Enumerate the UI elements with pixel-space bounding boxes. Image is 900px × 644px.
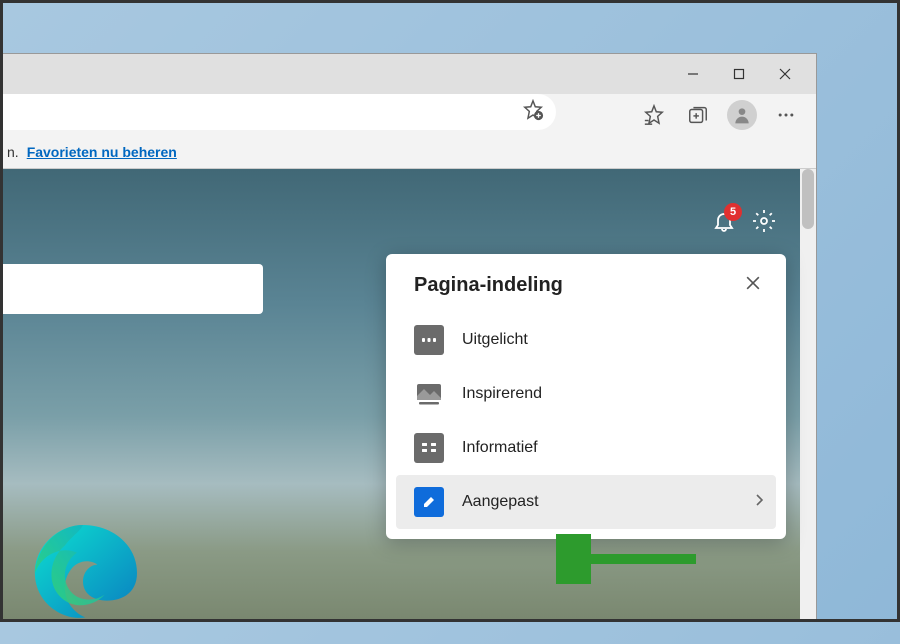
maximize-button[interactable]	[716, 58, 762, 90]
popup-close-button[interactable]	[742, 272, 764, 299]
menu-item-label: Aangepast	[462, 493, 539, 511]
informative-icon	[414, 433, 444, 463]
more-menu-icon[interactable]	[768, 97, 804, 133]
address-bar[interactable]	[3, 94, 556, 130]
featured-icon	[414, 325, 444, 355]
new-tab-content: 5	[3, 168, 816, 619]
annotation-arrow	[556, 534, 706, 584]
menu-item-label: Informatief	[462, 439, 538, 457]
manage-favorites-link[interactable]: Favorieten nu beheren	[27, 144, 177, 160]
layout-option-informative[interactable]: Informatief	[386, 421, 786, 475]
layout-option-featured[interactable]: Uitgelicht	[386, 313, 786, 367]
menu-item-label: Inspirerend	[462, 385, 542, 403]
toolbar	[3, 94, 816, 136]
titlebar	[3, 54, 816, 94]
scroll-thumb[interactable]	[802, 169, 814, 229]
favbar-text-fragment: n.	[7, 144, 19, 160]
favorites-bar: n. Favorieten nu beheren	[3, 136, 816, 168]
page-layout-popup: Pagina-indeling Uitgelicht Inspirerend	[386, 254, 786, 539]
edge-logo	[23, 519, 143, 639]
browser-window: n. Favorieten nu beheren 5	[3, 53, 817, 619]
collections-icon[interactable]	[680, 97, 716, 133]
custom-icon	[414, 487, 444, 517]
popup-title: Pagina-indeling	[414, 274, 563, 297]
star-add-icon[interactable]	[522, 99, 544, 126]
profile-button[interactable]	[724, 97, 760, 133]
gear-icon	[752, 209, 776, 233]
notification-badge: 5	[724, 203, 742, 221]
notifications-button[interactable]: 5	[712, 209, 736, 238]
settings-button[interactable]	[752, 209, 776, 238]
avatar-icon	[727, 100, 757, 130]
menu-item-label: Uitgelicht	[462, 331, 528, 349]
minimize-button[interactable]	[670, 58, 716, 90]
layout-option-inspiring[interactable]: Inspirerend	[386, 367, 786, 421]
inspiring-icon	[414, 379, 444, 409]
search-box[interactable]	[3, 264, 263, 314]
scrollbar[interactable]	[800, 169, 816, 619]
favorites-icon[interactable]	[636, 97, 672, 133]
close-button[interactable]	[762, 58, 808, 90]
layout-option-custom[interactable]: Aangepast	[396, 475, 776, 529]
chevron-right-icon	[754, 493, 764, 512]
